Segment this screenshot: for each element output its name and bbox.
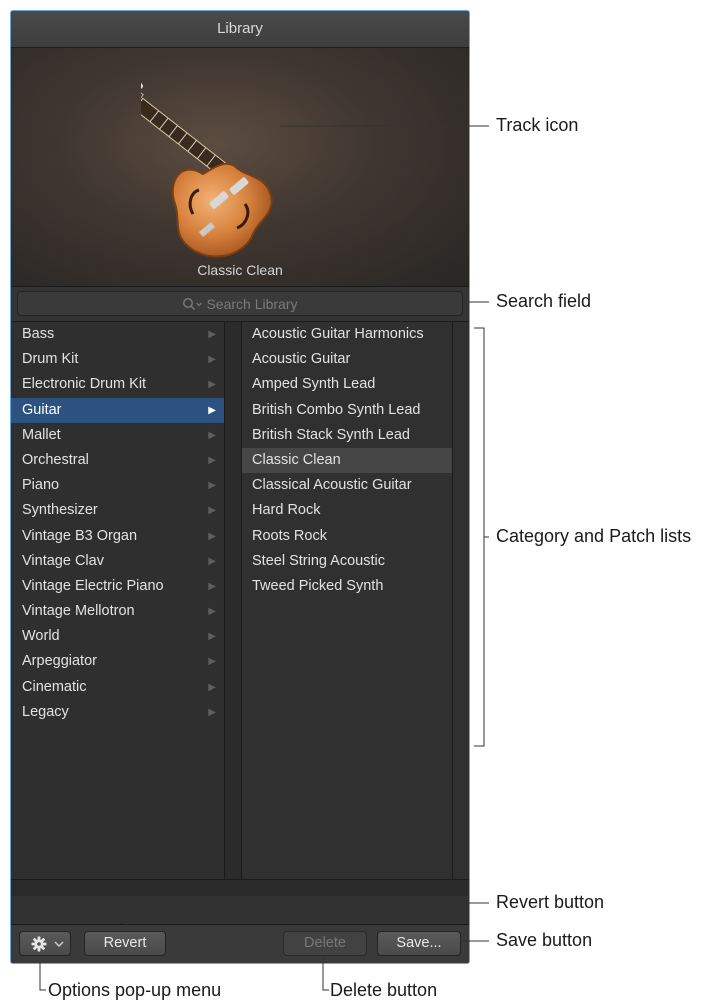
callout-track-icon: Track icon xyxy=(496,115,579,135)
callout-lists: Category and Patch lists xyxy=(496,526,692,546)
callout-search-field: Search field xyxy=(496,291,592,311)
callout-revert-button: Revert button xyxy=(496,892,605,912)
callout-lines xyxy=(39,125,489,991)
callout-delete-button: Delete button xyxy=(330,980,438,1000)
callout-save-button: Save button xyxy=(496,930,593,950)
callout-options-menu: Options pop-up menu xyxy=(48,980,222,1000)
